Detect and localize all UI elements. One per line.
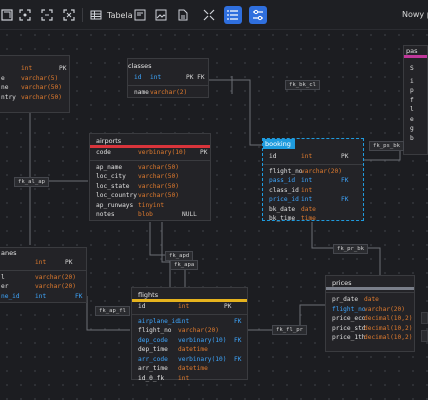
table-row: g [410,125,414,132]
note-icon[interactable] [133,7,147,23]
table-row: flight_no varchar(20) [138,327,219,334]
table-row: int PK [35,259,73,266]
settings-icon [253,9,263,21]
image-icon[interactable] [154,7,168,23]
fullscreen-icon[interactable] [202,7,216,23]
table-row: bk_time time [269,215,316,222]
table-row: flight_no varchar(20) [269,167,342,175]
new-project-button[interactable]: Nowy pr [402,10,428,19]
table-row: ap_runways tinyint [96,201,165,209]
table-row: pr_date date [332,296,379,303]
export-icon[interactable] [176,7,190,23]
table-row: ne_id int FK [1,292,83,300]
toolbar: Tabela Nowy pr [0,0,428,30]
table-row: price_eco decimal(10,2) [332,315,413,322]
table-row: arr_code verbinary(10) FK [138,355,242,363]
table-row: name varchar(2) [134,88,188,96]
table-row: pass_id int FK [269,177,349,184]
table-prices[interactable]: prices pr_date date flight_no varchar(20) … [325,275,415,352]
table-row: id int PK [138,303,232,310]
table-row: e [410,115,414,123]
table-row: class_id int [269,186,313,194]
table-row: price_1th decimal(10,2) [332,334,413,341]
table-airplanes[interactable]: anes int PK l varchar(20) er varchar(20) ne… [0,247,87,303]
table-row: loc_state varchar(50) [96,182,179,190]
table-header [0,56,69,64]
table-icon [90,10,102,20]
table-row: id int PK [269,153,349,160]
table-row: l varchar(20) [1,273,76,281]
table-row: f [410,96,414,104]
relation-label-fk-bk-cl[interactable]: fk_bk_cl [285,80,320,90]
table-row: ap_name varchar(50) [96,163,179,171]
relation-label-fk-pr-bk[interactable]: fk_pr_bk [333,244,368,254]
table-row: er varchar(20) [1,283,76,290]
table-title: anes [1,249,17,257]
table-row: bk_date date [269,205,316,213]
table-row: int PK [21,65,67,72]
relation-label-fk-ps-bk[interactable]: fk_ps_bk [369,141,404,151]
table-row: e varchar(5) [1,74,59,82]
collapse-icon[interactable] [18,7,32,23]
table-left-top[interactable]: int PK e varchar(5) ne varchar(50) ntry varc… [0,55,70,113]
side-scroll-control[interactable] [421,312,428,324]
table-airports[interactable]: airports code verbinary(10) PK ap_name varc… [89,133,211,221]
table-classes[interactable]: classes id int PK FK name varchar(2) [127,58,209,98]
table-button-label: Tabela [107,10,133,20]
table-row: id int PK FK [134,74,205,81]
table-row: ne varchar(50) [1,84,62,91]
table-row: code verbinary(10) PK [96,149,208,156]
zoom-icon[interactable] [62,7,76,23]
table-row: arr_time datetime [138,365,208,372]
table-row: flight_no varchar(20) [332,305,405,313]
table-title: classes [128,62,152,70]
table-row: dep_time datetime [138,346,208,353]
table-title: booking [263,139,295,149]
toolbar-divider [82,8,83,22]
table-row: S [410,65,414,72]
settings-button[interactable] [249,6,267,24]
side-scroll-control[interactable] [421,330,428,342]
list-view-button[interactable] [224,6,242,24]
table-row: airplane_id int FK [138,317,242,325]
table-row: loc_country varchar(50) [96,192,179,199]
expand-all-icon[interactable] [0,7,14,23]
relation-label-fk-al-ap[interactable]: fk_al_ap [14,177,49,187]
table-booking[interactable]: booking id int PK flight_no varchar(20) pas… [262,138,364,222]
relation-label-fk-fl-pr[interactable]: fk_fl_pr [272,325,307,335]
list-icon [227,10,238,20]
relation-label-fk-apa[interactable]: fk_apa [170,260,199,270]
table-row: loc_city varchar(50) [96,173,179,180]
table-row: price_std decimal(10,2) [332,324,413,332]
table-row: ntry varchar(50) [1,93,62,101]
table-row: b [410,134,414,142]
table-row: price_id int FK [269,196,349,203]
table-row: i [410,77,414,85]
table-row: dep_code verbinary(10) FK [138,336,242,344]
fit-icon[interactable] [40,7,54,23]
table-row: notes blob NULL [96,211,197,218]
table-row: p [410,87,414,94]
table-row: id_0_fk int [138,374,190,382]
relation-label-fk-ap-fl[interactable]: fk_ap_fl [95,306,130,316]
table-row: l [410,106,414,113]
table-passenger[interactable]: pas S i p f l e g b [403,45,428,155]
table-button[interactable]: Tabela [89,7,133,23]
table-flights[interactable]: flights id int PK airplane_id int FK flight_… [131,287,248,382]
